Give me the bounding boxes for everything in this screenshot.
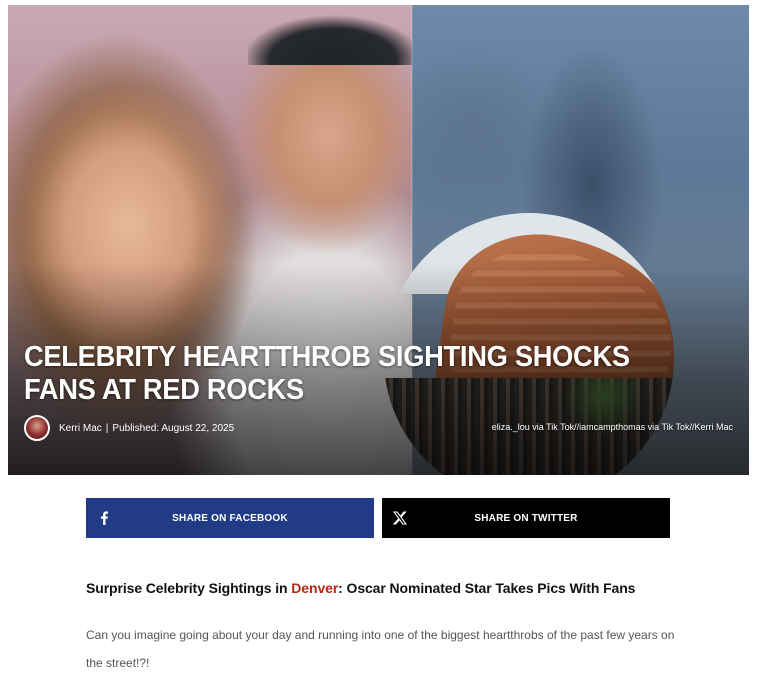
- x-twitter-icon: [392, 510, 408, 526]
- article-page: CELEBRITY HEARTTHROB SIGHTING SHOCKS FAN…: [0, 0, 757, 677]
- denver-link[interactable]: Denver: [291, 580, 338, 596]
- share-buttons: SHARE ON FACEBOOK SHARE ON TWITTER: [86, 498, 671, 538]
- photo-credit: eliza._lou via Tik Tok//iamcampthomas vi…: [491, 422, 733, 432]
- publish-date: Published: August 22, 2025: [112, 422, 235, 434]
- article-subheading: Surprise Celebrity Sightings in Denver: …: [86, 580, 635, 596]
- subhead-suffix: : Oscar Nominated Star Takes Pics With F…: [338, 580, 636, 596]
- article-paragraph: Can you imagine going about your day and…: [86, 628, 675, 670]
- facebook-icon: [96, 510, 112, 526]
- author-avatar[interactable]: [24, 415, 50, 441]
- share-twitter-button[interactable]: SHARE ON TWITTER: [382, 498, 670, 538]
- hero-image: CELEBRITY HEARTTHROB SIGHTING SHOCKS FAN…: [8, 5, 749, 475]
- share-twitter-label: SHARE ON TWITTER: [474, 512, 578, 524]
- share-facebook-label: SHARE ON FACEBOOK: [172, 512, 288, 524]
- share-facebook-button[interactable]: SHARE ON FACEBOOK: [86, 498, 374, 538]
- byline: Kerri Mac | Published: August 22, 2025: [24, 413, 234, 443]
- subhead-prefix: Surprise Celebrity Sightings in: [86, 580, 292, 596]
- author-name[interactable]: Kerri Mac: [59, 423, 102, 434]
- article-title: CELEBRITY HEARTTHROB SIGHTING SHOCKS FAN…: [24, 341, 630, 406]
- byline-separator: |: [105, 422, 109, 434]
